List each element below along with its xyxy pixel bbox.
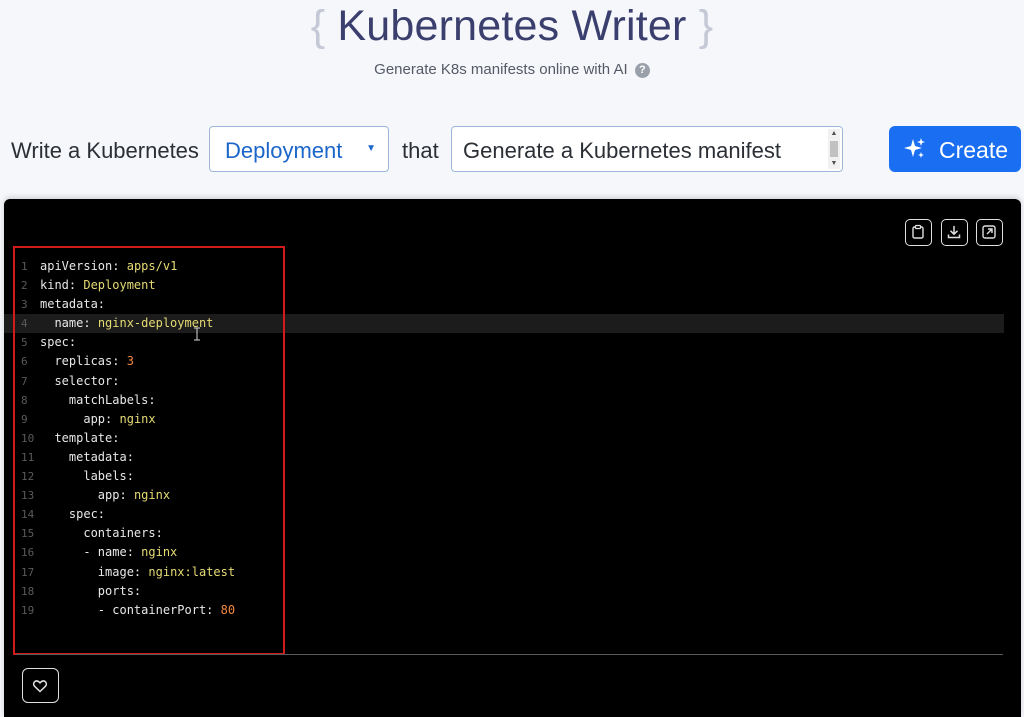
code-editor-panel: 1 apiVersion: apps/v1 2 kind: Deployment 3 me… — [4, 199, 1021, 717]
prompt-prefix: Write a Kubernetes — [11, 138, 199, 163]
scroll-thumb[interactable] — [830, 141, 838, 157]
scroll-up-icon[interactable]: ▲ — [828, 129, 840, 139]
code-text: metadata: — [68, 449, 134, 464]
code-line: 18 ports: — [4, 582, 1004, 601]
copy-button[interactable] — [905, 219, 933, 246]
code-text: kind: Deployment — [40, 278, 156, 293]
code-text: - containerPort: 80 — [40, 602, 236, 617]
kubernetes-writer-page: { Kubernetes Writer } Generate K8s manif… — [0, 0, 1024, 717]
editor-divider — [16, 654, 1003, 655]
prompt-input-value: Generate a Kubernetes manifest — [463, 138, 781, 163]
clipboard-icon — [912, 224, 924, 239]
code-text: replicas: 3 — [54, 354, 134, 369]
code-line: 5 spec: — [4, 333, 1004, 352]
code-text: matchLabels: — [68, 392, 156, 407]
line-number: 7 — [21, 374, 28, 388]
create-button[interactable]: Create — [889, 126, 1021, 172]
code-line: 7 selector: — [4, 372, 1004, 391]
code-text: name: nginx-deployment — [54, 316, 214, 331]
line-number: 5 — [21, 336, 28, 350]
code-line: 6 replicas: 3 — [4, 352, 1004, 371]
code-line: 1 apiVersion: apps/v1 — [4, 257, 1004, 276]
line-number: 2 — [21, 279, 28, 293]
code-line: 12 labels: — [4, 467, 1004, 486]
help-icon[interactable]: ? — [634, 63, 650, 78]
resource-type-select[interactable]: Deployment ▼ — [209, 126, 389, 172]
line-number: 9 — [21, 412, 28, 426]
code-line: 4 name: nginx-deployment — [4, 314, 1004, 334]
line-number: 18 — [21, 584, 35, 598]
line-number: 13 — [21, 489, 35, 503]
code-text: app: nginx — [83, 411, 156, 426]
code-text: template: — [54, 430, 120, 445]
prompt-input[interactable]: Generate a Kubernetes manifest ▲ ▼ — [451, 126, 843, 172]
sparkle-icon — [904, 138, 925, 158]
title-brace-open: { — [310, 2, 326, 50]
code-line: 13 app: nginx — [4, 486, 1004, 505]
heart-icon — [32, 680, 48, 693]
line-number: 16 — [21, 546, 35, 560]
code-text: app: nginx — [97, 488, 171, 503]
page-title: { Kubernetes Writer } — [0, 2, 1024, 51]
code-line: 8 matchLabels: — [4, 391, 1004, 410]
line-number: 14 — [21, 508, 35, 522]
code-text: spec: — [68, 507, 106, 522]
text-cursor-icon — [194, 327, 200, 341]
code-line: 9 app: nginx — [4, 410, 1004, 429]
code-line: 10 template: — [4, 429, 1004, 448]
code-line: 16 - name: nginx — [4, 543, 1004, 562]
create-label: Create — [939, 137, 1009, 163]
title-brace-close: } — [698, 2, 714, 50]
code-text: image: nginx:latest — [97, 564, 236, 579]
open-external-icon — [982, 225, 996, 239]
line-number: 19 — [21, 603, 35, 617]
resource-type-value: Deployment — [225, 138, 343, 163]
editor-toolbar — [901, 219, 1003, 247]
line-number: 11 — [21, 450, 35, 464]
code-text: labels: — [83, 469, 134, 484]
code-line: 3 metadata: — [4, 295, 1004, 314]
line-number: 12 — [21, 470, 35, 484]
line-number: 4 — [21, 317, 28, 331]
code-line: 11 metadata: — [4, 448, 1004, 467]
code-line: 2 kind: Deployment — [4, 276, 1004, 295]
subtitle-text: Generate K8s manifests online with AI — [374, 61, 628, 78]
prompt-row: Write a Kubernetes Deployment ▼ that Gen… — [0, 126, 1024, 176]
line-number: 6 — [21, 355, 28, 369]
prompt-connector: that — [402, 138, 439, 163]
code-text: selector: — [54, 373, 120, 388]
line-number: 10 — [21, 431, 35, 445]
code-text: - name: nginx — [40, 545, 178, 560]
code-line: 15 containers: — [4, 524, 1004, 543]
title-text: Kubernetes Writer — [337, 2, 687, 50]
code-area[interactable]: 1 apiVersion: apps/v1 2 kind: Deployment 3 me… — [4, 257, 1004, 657]
open-external-button[interactable] — [976, 219, 1003, 246]
code-text: spec: — [40, 335, 77, 350]
scroll-down-icon[interactable]: ▼ — [828, 159, 840, 169]
page-subtitle: Generate K8s manifests online with AI ? — [0, 61, 1024, 78]
line-number: 1 — [21, 260, 28, 273]
code-line: 14 spec: — [4, 505, 1004, 524]
code-text: metadata: — [40, 297, 106, 312]
code-text: containers: — [83, 526, 163, 541]
line-number: 3 — [21, 298, 28, 312]
chevron-down-icon: ▼ — [366, 143, 376, 154]
line-number: 17 — [21, 565, 35, 579]
line-number: 15 — [21, 527, 35, 541]
code-text: apiVersion: apps/v1 — [40, 259, 178, 273]
code-line: 17 image: nginx:latest — [4, 563, 1004, 582]
favorite-button[interactable] — [22, 668, 59, 703]
code-text: ports: — [97, 583, 142, 598]
download-button[interactable] — [940, 219, 968, 246]
code-line: 19 - containerPort: 80 — [4, 601, 1004, 620]
input-scrollbar[interactable]: ▲ ▼ — [828, 129, 840, 169]
line-number: 8 — [21, 393, 28, 407]
download-icon — [947, 226, 960, 239]
